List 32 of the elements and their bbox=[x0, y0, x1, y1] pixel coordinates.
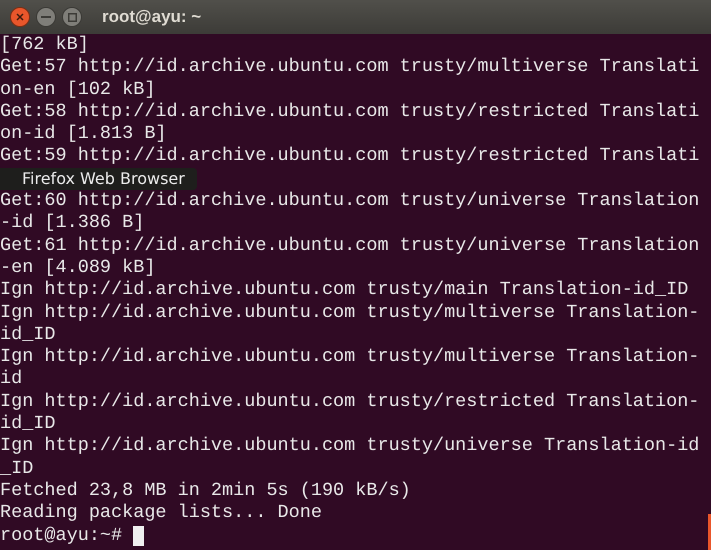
output-line: on-id [1.813 B] bbox=[0, 123, 167, 146]
minimize-button[interactable] bbox=[36, 7, 56, 27]
scrollbar bbox=[708, 514, 711, 550]
output-line: id bbox=[0, 368, 22, 391]
output-line: Ign http://id.archive.ubuntu.com trusty/restricted Translation- bbox=[0, 390, 700, 414]
window-title: root@ayu: ~ bbox=[102, 6, 202, 28]
output-line: -id [1.386 B] bbox=[0, 212, 144, 235]
output-line: on-en [102 kB] bbox=[0, 78, 156, 101]
close-icon bbox=[16, 13, 24, 21]
close-button[interactable] bbox=[10, 7, 30, 27]
output-line: id_ID bbox=[0, 324, 56, 346]
output-line: _ID bbox=[0, 458, 34, 480]
output-line: Ign http://id.archive.ubuntu.com trusty/multiverse Translation- bbox=[0, 302, 700, 324]
minimize-icon bbox=[41, 16, 51, 18]
output-line: Ign http://id.archive.ubuntu.com trusty/main Translation-id_ID bbox=[0, 279, 688, 302]
output-line: Fetched 23,8 MB in 2min 5s (190 kB/s) bbox=[0, 480, 411, 502]
output-line: [762 kB] bbox=[0, 34, 89, 56]
cursor bbox=[133, 526, 144, 546]
prompt: root@ayu:~# bbox=[0, 524, 122, 547]
output-line: Reading package lists... Done bbox=[0, 502, 322, 525]
maximize-icon bbox=[68, 12, 76, 22]
maximize-button[interactable] bbox=[62, 7, 82, 27]
output-line: Get:60 http://id.archive.ubuntu.com trusty/universe Translation bbox=[0, 190, 700, 212]
output-line: Ign http://id.archive.ubuntu.com trusty/multiverse Translation- bbox=[0, 346, 700, 368]
output-line: Get:61 http://id.archive.ubuntu.com trusty/universe Translation bbox=[0, 234, 700, 257]
tooltip: Firefox Web Browser bbox=[0, 168, 197, 190]
output-line: -en [4.089 kB] bbox=[0, 256, 156, 280]
output-line: Get:58 http://id.archive.ubuntu.com trusty/restricted Translati bbox=[0, 100, 700, 124]
output-line: Ign http://id.archive.ubuntu.com trusty/universe Translation-id bbox=[0, 435, 700, 458]
output-line: Get:59 http://id.archive.ubuntu.com trusty/restricted Translati bbox=[0, 145, 700, 168]
output-line: Get:57 http://id.archive.ubuntu.com trusty/multiverse Translati bbox=[0, 56, 700, 79]
output-line: id_ID bbox=[0, 413, 56, 436]
